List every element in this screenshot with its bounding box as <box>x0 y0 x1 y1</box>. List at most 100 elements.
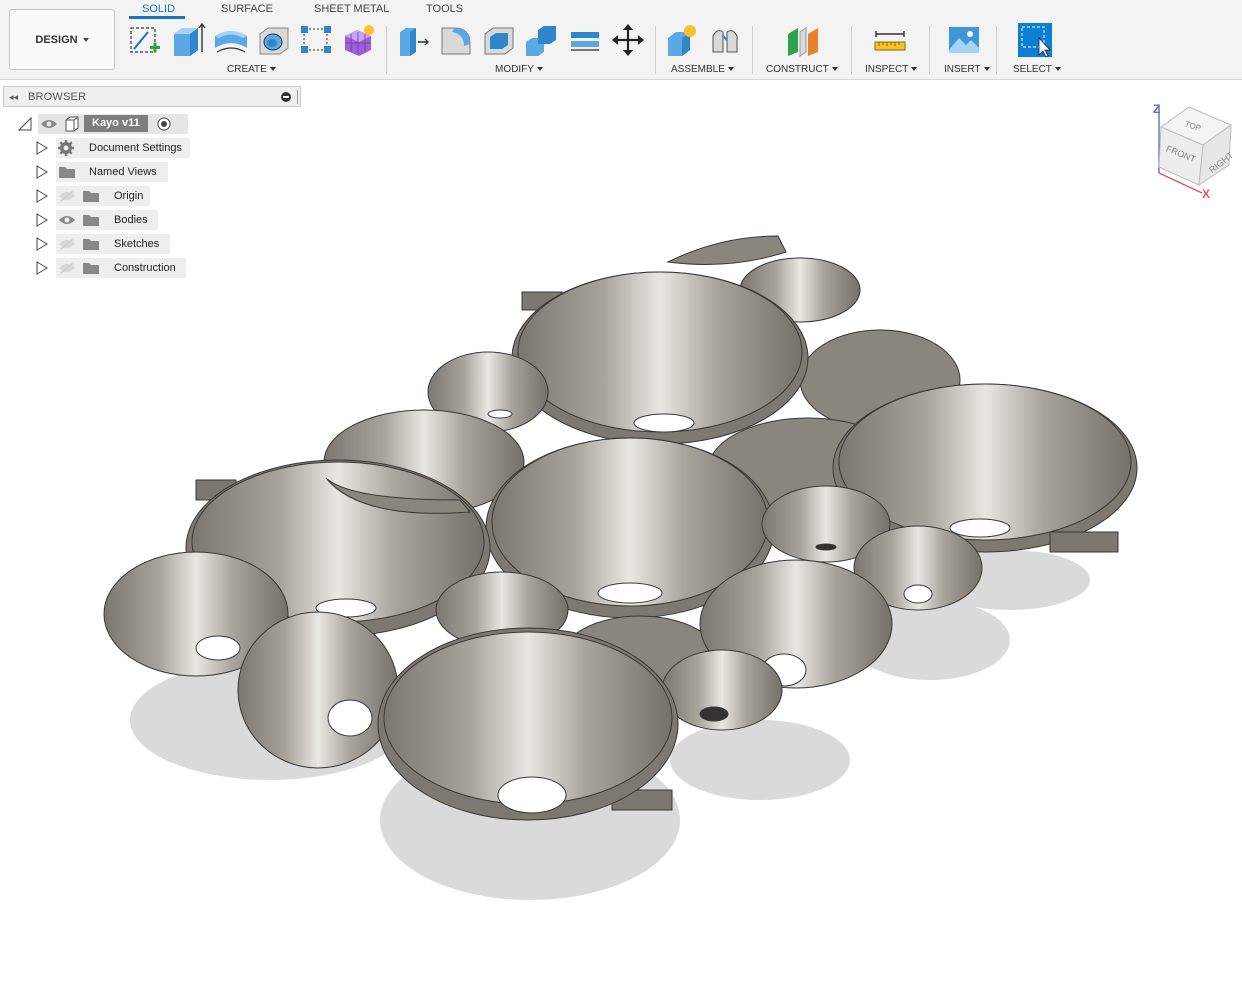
folder-icon <box>83 239 99 250</box>
viewcube-graphic: Z X TOP FRONT RIGHT <box>1153 102 1236 201</box>
expand-triangle-icon[interactable] <box>36 213 48 227</box>
folder-icon <box>83 215 99 226</box>
active-tab-indicator <box>129 16 185 19</box>
press-pull-icon <box>400 28 429 56</box>
eye-hidden-icon[interactable] <box>58 238 76 250</box>
tab-surface[interactable]: SURFACE <box>221 3 273 15</box>
component-icon <box>65 116 79 132</box>
pattern-icon <box>301 26 331 53</box>
shell-button[interactable] <box>481 22 517 58</box>
kayo-model[interactable] <box>103 235 1138 821</box>
folder-icon <box>83 191 99 202</box>
axis-x-label: X <box>1202 187 1210 201</box>
toolbar-separator <box>655 26 656 74</box>
rectangular-pattern-button[interactable] <box>298 22 334 58</box>
browser-item-label: Document Settings <box>89 142 182 154</box>
offset-plane-button[interactable] <box>784 22 820 58</box>
fusion-app-window: DESIGN SOLID SURFACE SHEET METAL TOOLS C… <box>0 0 1242 983</box>
browser-item-sketches[interactable]: Sketches <box>36 234 196 254</box>
inspect-menu[interactable]: INSPECT <box>865 64 918 75</box>
toolbar-separator <box>752 26 753 74</box>
caret-down-icon <box>831 67 838 72</box>
combine-icon <box>526 26 556 56</box>
axis-z-label: Z <box>1153 102 1160 116</box>
caret-down-icon <box>269 67 276 72</box>
activate-radio-icon[interactable] <box>157 117 171 131</box>
expand-triangle-icon[interactable] <box>36 189 48 203</box>
joint-button[interactable] <box>707 22 743 58</box>
modify-menu[interactable]: MODIFY <box>495 64 543 75</box>
folder-icon <box>59 167 75 178</box>
press-pull-button[interactable] <box>396 22 432 58</box>
toolbar-separator <box>851 26 852 74</box>
workspace-switcher-button[interactable]: DESIGN <box>9 9 115 70</box>
new-component-button[interactable] <box>664 22 700 58</box>
expand-triangle-icon[interactable] <box>36 261 48 275</box>
eye-hidden-icon[interactable] <box>58 262 76 274</box>
select-cursor-icon <box>1018 23 1052 58</box>
toolbar-separator <box>996 26 997 74</box>
toolbar-separator <box>929 26 930 74</box>
select-menu[interactable]: SELECT <box>1013 64 1061 75</box>
browser-item-named-views[interactable]: Named Views <box>36 162 196 182</box>
tab-solid[interactable]: SOLID <box>142 3 175 15</box>
fillet-button[interactable] <box>438 22 474 58</box>
caret-down-icon <box>82 37 89 42</box>
browser-item-label: Construction <box>114 262 176 274</box>
construct-menu[interactable]: CONSTRUCT <box>766 64 838 75</box>
browser-panel-header: ◂◂ BROWSER <box>3 86 301 107</box>
folder-icon <box>83 263 99 274</box>
hole-icon <box>259 27 289 55</box>
panel-resize-handle[interactable] <box>297 90 298 104</box>
image-icon <box>949 27 979 53</box>
browser-item-label: Named Views <box>89 166 157 178</box>
measure-button[interactable] <box>872 22 908 58</box>
extrude-button[interactable] <box>170 22 206 58</box>
replace-face-icon <box>571 32 599 51</box>
eye-hidden-icon[interactable] <box>58 190 76 202</box>
construct-plane-icon <box>788 27 818 57</box>
browser-item-label: Sketches <box>114 238 160 250</box>
expand-triangle-icon[interactable] <box>36 165 48 179</box>
browser-item-origin[interactable]: Origin <box>36 186 196 206</box>
workspace-label: DESIGN <box>35 33 78 46</box>
caret-down-icon <box>727 67 734 72</box>
select-button[interactable] <box>1017 22 1053 58</box>
insert-image-button[interactable] <box>946 22 982 58</box>
create-form-button[interactable] <box>341 22 377 58</box>
browser-title: BROWSER <box>28 91 87 103</box>
create-menu[interactable]: CREATE <box>227 64 276 75</box>
hole-button[interactable] <box>256 22 292 58</box>
extrude-icon <box>174 22 206 56</box>
caret-down-icon <box>983 67 990 72</box>
collapse-arrows-icon[interactable]: ◂◂ <box>9 92 18 103</box>
create-sketch-button[interactable] <box>128 22 164 58</box>
expanded-triangle-icon[interactable] <box>18 117 32 131</box>
expand-triangle-icon[interactable] <box>36 141 48 155</box>
assemble-menu[interactable]: ASSEMBLE <box>671 64 734 75</box>
browser-item-label: Bodies <box>114 214 148 226</box>
revolve-button[interactable] <box>213 22 249 58</box>
joint-icon <box>712 30 738 53</box>
eye-icon[interactable] <box>40 118 58 130</box>
browser-root-row[interactable]: Kayo v11 <box>16 114 188 134</box>
new-component-icon <box>668 25 696 56</box>
viewcube[interactable]: Z X TOP FRONT RIGHT <box>1147 97 1237 207</box>
shell-icon <box>484 27 514 55</box>
replace-face-button[interactable] <box>567 22 603 58</box>
toolbar-separator <box>386 26 387 74</box>
expand-triangle-icon[interactable] <box>36 237 48 251</box>
minimize-icon[interactable] <box>281 92 291 102</box>
combine-button[interactable] <box>524 22 560 58</box>
browser-item-bodies[interactable]: Bodies <box>36 210 196 230</box>
caret-down-icon <box>1054 67 1061 72</box>
tab-tools[interactable]: TOOLS <box>426 3 463 15</box>
browser-item-construction[interactable]: Construction <box>36 258 196 278</box>
tab-sheet-metal[interactable]: SHEET METAL <box>314 3 389 15</box>
move-copy-button[interactable] <box>610 22 646 58</box>
browser-item-document-settings[interactable]: Document Settings <box>36 138 196 158</box>
root-component-label[interactable]: Kayo v11 <box>84 115 148 132</box>
fillet-icon <box>441 27 471 55</box>
insert-menu[interactable]: INSERT <box>944 64 990 75</box>
eye-icon[interactable] <box>58 214 76 226</box>
